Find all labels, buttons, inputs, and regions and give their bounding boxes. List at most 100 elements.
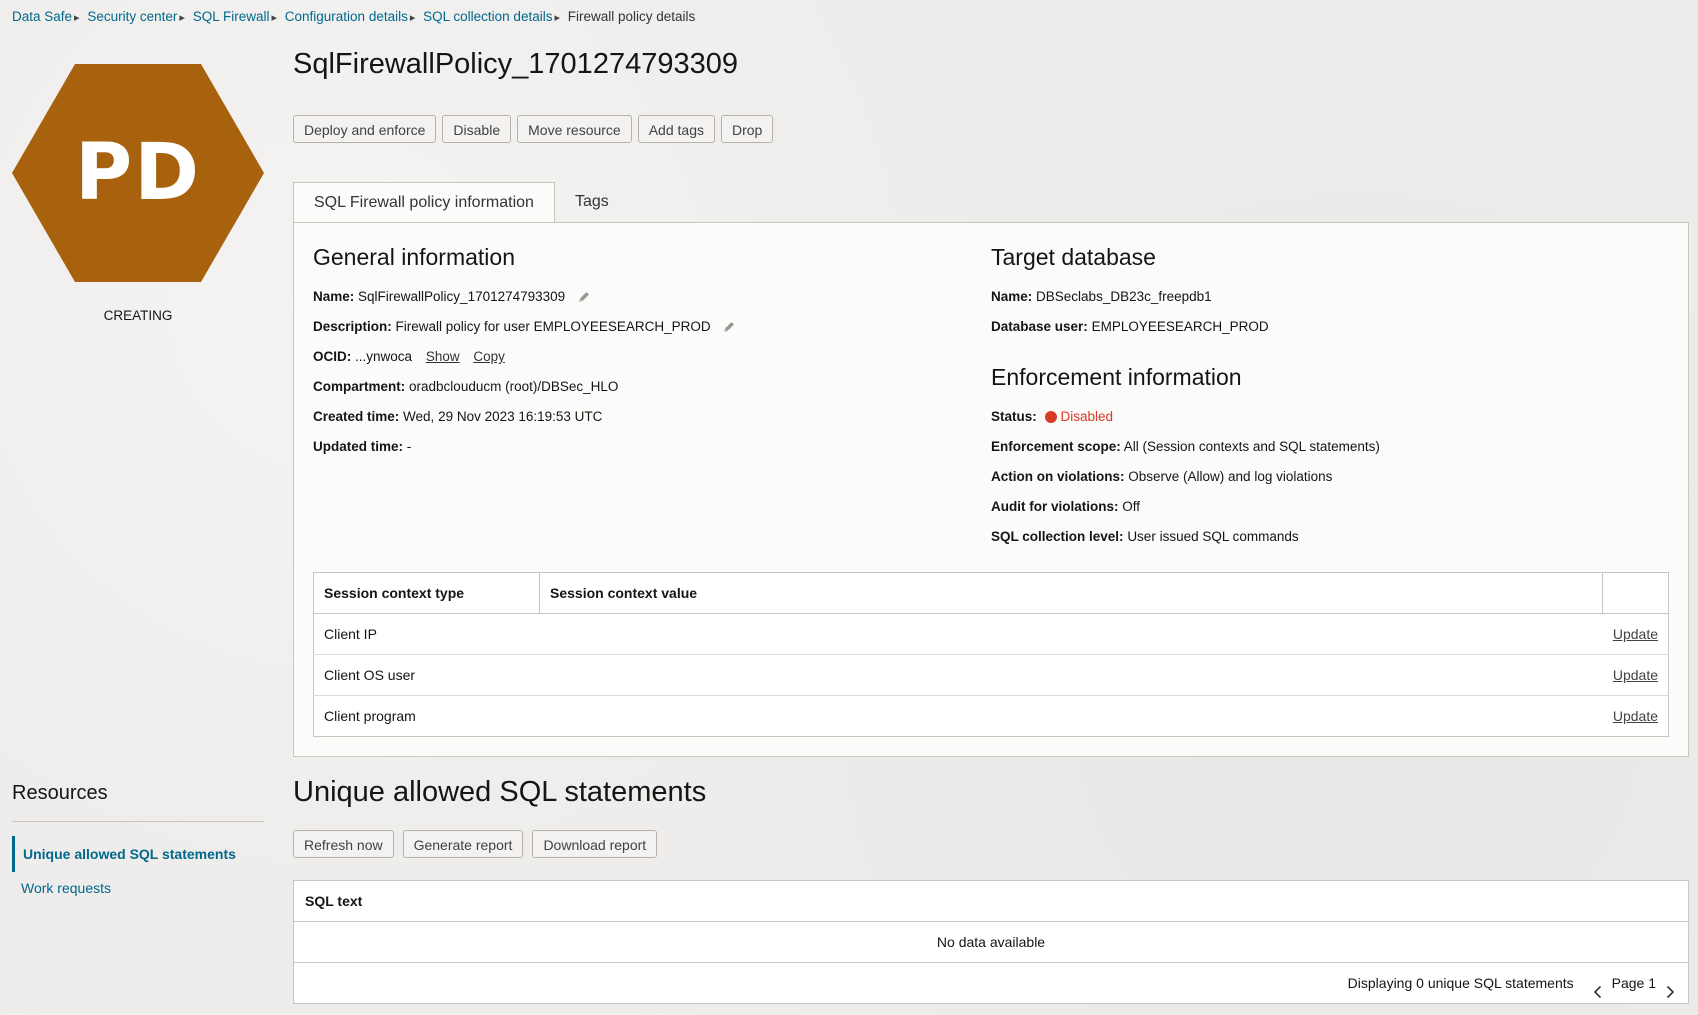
breadcrumb-sql-firewall[interactable]: SQL Firewall	[193, 9, 270, 24]
database-user-value: EMPLOYEESEARCH_PROD	[1091, 319, 1269, 334]
general-updated-row: Updated time: -	[313, 439, 411, 454]
general-created-row: Created time: Wed, 29 Nov 2023 16:19:53 …	[313, 409, 602, 424]
empty-state-message: No data available	[294, 922, 1688, 963]
context-type: Client IP	[313, 613, 540, 655]
audit-value: Off	[1122, 499, 1141, 514]
resource-link-unique-sql[interactable]: Unique allowed SQL statements	[12, 836, 264, 872]
resource-link-work-requests[interactable]: Work requests	[12, 880, 264, 896]
ocid-show-link[interactable]: Show	[426, 349, 460, 364]
enforcement-audit-row: Audit for violations: Off	[991, 499, 1140, 514]
breadcrumb-separator: ▸	[271, 12, 277, 24]
context-type: Client program	[324, 708, 416, 724]
tab-tags[interactable]: Tags	[555, 182, 629, 222]
update-link[interactable]: Update	[1613, 667, 1658, 683]
description-label: Description:	[313, 319, 392, 334]
general-info-heading: General information	[313, 244, 515, 270]
status-dot-icon	[1044, 411, 1057, 423]
generate-report-button[interactable]: Generate report	[402, 830, 524, 858]
badge-initials: PD	[75, 128, 201, 218]
target-user-row: Database user: EMPLOYEESEARCH_PROD	[991, 319, 1269, 334]
page-indicator: Page 1	[1611, 975, 1656, 991]
collection-level-label: SQL collection level:	[991, 529, 1124, 544]
action-value: Observe (Allow) and log violations	[1128, 469, 1333, 484]
target-name-value: DBSeclabs_DB23c_freepdb1	[1036, 289, 1212, 304]
update-link[interactable]: Update	[1613, 708, 1658, 724]
enforcement-action-row: Action on violations: Observe (Allow) an…	[991, 469, 1332, 484]
compartment-value: oradbclouducm (root)/DBSec_HLO	[409, 379, 619, 394]
breadcrumb-separator: ▸	[554, 12, 560, 24]
scope-label: Enforcement scope:	[991, 439, 1121, 454]
general-description-row: Description: Firewall policy for user EM…	[313, 319, 736, 337]
table-row: Client program Update	[314, 696, 1669, 737]
breadcrumb-sql-collection-details[interactable]: SQL collection details	[423, 9, 552, 24]
unique-sql-toolbar: Refresh now Generate report Download rep…	[293, 830, 663, 858]
deploy-and-enforce-button[interactable]: Deploy and enforce	[293, 115, 437, 143]
context-value	[539, 613, 1603, 655]
pagination: Page 1	[1590, 963, 1678, 1003]
resource-badge: PD	[12, 64, 264, 282]
table-row: Client IP Update	[313, 613, 1669, 655]
column-header-actions	[1602, 572, 1669, 614]
enforcement-level-row: SQL collection level: User issued SQL co…	[991, 529, 1299, 544]
updated-label: Updated time:	[313, 439, 404, 454]
resources-heading: Resources	[12, 782, 108, 804]
general-compartment-row: Compartment: oradbclouducm (root)/DBSec_…	[313, 379, 618, 394]
unique-sql-heading: Unique allowed SQL statements	[293, 776, 707, 808]
compartment-label: Compartment:	[313, 379, 406, 394]
description-value: Firewall policy for user EMPLOYEESEARCH_…	[395, 319, 711, 334]
table-header-row: Session context type Session context val…	[313, 572, 1669, 614]
lifecycle-state: CREATING	[103, 308, 173, 323]
action-toolbar: Deploy and enforce Disable Move resource…	[293, 115, 779, 143]
breadcrumb: Data Safe ▸ Security center ▸ SQL Firewall…	[12, 9, 695, 24]
breadcrumb-data-safe[interactable]: Data Safe	[12, 9, 72, 24]
collection-level-value: User issued SQL commands	[1127, 529, 1299, 544]
unique-sql-table: SQL text No data available Displaying 0 …	[293, 880, 1689, 1004]
table-row: Client OS user Update	[313, 654, 1669, 696]
chevron-right-icon[interactable]	[1662, 975, 1678, 999]
download-report-button[interactable]: Download report	[532, 830, 658, 858]
drop-button[interactable]: Drop	[720, 115, 774, 143]
row-count-text: Displaying 0 unique SQL statements	[1347, 975, 1574, 991]
enforcement-scope-row: Enforcement scope: All (Session contexts…	[991, 439, 1380, 454]
tab-bar: SQL Firewall policy information Tags	[293, 182, 629, 223]
divider	[12, 821, 264, 822]
updated-value: -	[406, 439, 412, 454]
status-label: Status:	[991, 409, 1037, 424]
context-type: Client OS user	[313, 654, 540, 696]
general-name-row: Name: SqlFirewallPolicy_1701274793309	[313, 289, 591, 307]
session-context-table: Session context type Session context val…	[313, 572, 1669, 737]
add-tags-button[interactable]: Add tags	[637, 115, 715, 143]
refresh-now-button[interactable]: Refresh now	[293, 830, 394, 858]
target-name-label: Name:	[991, 289, 1033, 304]
breadcrumb-separator: ▸	[409, 12, 416, 24]
column-header-value: Session context value	[539, 572, 1604, 614]
update-link[interactable]: Update	[1613, 626, 1658, 642]
created-label: Created time:	[313, 409, 400, 424]
breadcrumb-security-center[interactable]: Security center	[87, 9, 177, 24]
ocid-label: OCID:	[313, 349, 352, 364]
breadcrumb-separator: ▸	[74, 12, 80, 24]
status-value: Disabled	[1060, 409, 1114, 424]
target-db-heading: Target database	[991, 244, 1156, 270]
disable-button[interactable]: Disable	[442, 115, 512, 143]
general-ocid-row: OCID: ...ynwoca Show Copy	[313, 349, 505, 364]
scope-value: All (Session contexts and SQL statements…	[1123, 439, 1380, 454]
page-title: SqlFirewallPolicy_1701274793309	[293, 48, 738, 80]
edit-name-icon[interactable]	[577, 290, 591, 307]
tab-policy-information[interactable]: SQL Firewall policy information	[293, 182, 555, 223]
breadcrumb-configuration-details[interactable]: Configuration details	[285, 9, 408, 24]
ocid-copy-link[interactable]: Copy	[473, 349, 505, 364]
column-header-sql-text: SQL text	[294, 881, 1688, 922]
column-header-type: Session context type	[313, 572, 540, 614]
context-value	[540, 696, 1603, 737]
created-value: Wed, 29 Nov 2023 16:19:53 UTC	[403, 409, 603, 424]
move-resource-button[interactable]: Move resource	[517, 115, 632, 143]
chevron-left-icon[interactable]	[1590, 975, 1606, 999]
edit-description-icon[interactable]	[722, 320, 736, 337]
target-name-row: Name: DBSeclabs_DB23c_freepdb1	[991, 289, 1212, 304]
ocid-value: ...ynwoca	[355, 349, 413, 364]
name-value: SqlFirewallPolicy_1701274793309	[358, 289, 566, 304]
table-footer: Displaying 0 unique SQL statements Page …	[294, 963, 1688, 1003]
audit-label: Audit for violations:	[991, 499, 1119, 514]
breadcrumb-current: Firewall policy details	[567, 9, 696, 24]
